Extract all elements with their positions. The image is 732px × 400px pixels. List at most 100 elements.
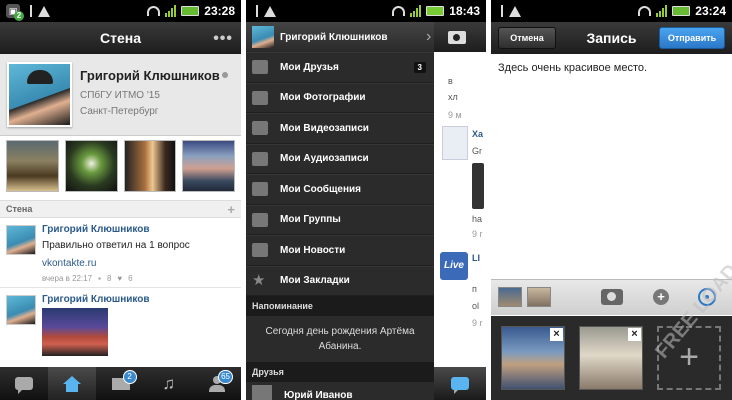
- send-button[interactable]: Отправить: [659, 27, 725, 49]
- menu-item-audio[interactable]: Мои Аудиозаписи: [246, 143, 434, 174]
- attached-photo[interactable]: ×: [579, 326, 643, 390]
- menu-item-messages[interactable]: Мои Сообщения: [246, 174, 434, 205]
- menu-item-label: Мои Новости: [280, 244, 346, 256]
- signal-icon: [410, 5, 422, 17]
- warning-icon: [509, 5, 521, 17]
- profile-city: Санкт-Петербург: [80, 106, 159, 117]
- status-time: 23:28: [204, 4, 235, 18]
- post-link[interactable]: vkontakte.ru: [42, 258, 96, 269]
- attached-photo[interactable]: ×: [501, 326, 565, 390]
- menu-item-bookmarks[interactable]: ★ Мои Закладки: [246, 265, 434, 296]
- feed-peek-nav[interactable]: [434, 367, 486, 400]
- comments-icon: [15, 377, 34, 394]
- post-time: вчера в 22:17: [42, 274, 93, 283]
- nav-messages[interactable]: 2: [96, 367, 144, 400]
- feed-image: [442, 126, 468, 160]
- like-count: 6: [128, 274, 133, 283]
- menu-item-label: Мои Аудиозаписи: [280, 153, 369, 165]
- menu-item-photos[interactable]: Мои Фотографии: [246, 82, 434, 113]
- chevron-right-icon[interactable]: ›: [426, 28, 448, 46]
- post-meta: вчера в 22:17 ▪ 8 ♥ 6: [42, 274, 133, 283]
- photo-thumbnail[interactable]: [182, 140, 235, 192]
- usb-icon: [256, 5, 258, 17]
- menu-user-name: Григорий Клюшников: [280, 31, 388, 43]
- music-note-icon: ♫: [162, 373, 176, 393]
- post-avatar[interactable]: [6, 225, 36, 255]
- avatar: [252, 26, 274, 48]
- battery-charging-icon: [426, 6, 445, 16]
- add-attachment-icon[interactable]: +: [653, 289, 669, 305]
- usb-icon: [501, 5, 503, 17]
- wall-post[interactable]: Григорий Клюшников: [0, 288, 241, 368]
- post-text-input[interactable]: Здесь очень красивое место.: [498, 62, 725, 74]
- film-icon: [252, 121, 268, 136]
- battery-icon: [181, 6, 200, 16]
- feed-text: ol: [472, 301, 480, 311]
- menu-item-label: Мои Видеозаписи: [280, 122, 369, 134]
- attachment-thumbnail[interactable]: [498, 287, 522, 307]
- feed-author[interactable]: Ха: [472, 129, 486, 139]
- feed-image: [472, 163, 484, 209]
- nav-friends[interactable]: 65: [193, 367, 241, 400]
- photo-thumbnail[interactable]: [123, 140, 177, 192]
- star-icon: ★: [252, 271, 266, 289]
- post-author[interactable]: Григорий Клюшников: [42, 294, 150, 305]
- more-menu-icon[interactable]: •••: [213, 30, 233, 48]
- camera-icon[interactable]: [601, 289, 623, 305]
- nav-home[interactable]: [48, 367, 97, 400]
- friends-badge: 65: [218, 370, 234, 384]
- post-author[interactable]: Григорий Клюшников: [42, 224, 150, 235]
- comment-icon[interactable]: ▪: [98, 274, 101, 283]
- menu-item-friends[interactable]: Мои Друзья 3: [246, 52, 434, 83]
- status-bar: 23:24: [491, 0, 732, 22]
- remove-attachment-button[interactable]: ×: [550, 328, 563, 341]
- photo-thumbnail[interactable]: [6, 140, 59, 192]
- cancel-button[interactable]: Отмена: [498, 27, 556, 49]
- feed-time: 9 r: [472, 318, 483, 328]
- menu-screen: 18:43 Григорий Клюшников Мои Друзья 3 Мо…: [246, 0, 486, 400]
- nav-audio[interactable]: ♫: [145, 367, 193, 400]
- comments-icon: [451, 377, 469, 394]
- menu-item-news[interactable]: Мои Новости: [246, 235, 434, 266]
- post-image[interactable]: [42, 308, 108, 356]
- avatar[interactable]: [7, 62, 72, 127]
- wifi-icon: [638, 6, 652, 16]
- attachment-thumbnail[interactable]: [527, 287, 551, 307]
- friends-section-header: Друзья: [246, 362, 434, 382]
- birthday-reminder[interactable]: Сегодня день рождения Артёма Абанина.: [246, 316, 434, 362]
- add-post-icon[interactable]: +: [227, 202, 235, 217]
- menu-item-videos[interactable]: Мои Видеозаписи: [246, 113, 434, 144]
- photo-thumbnail[interactable]: [64, 140, 118, 192]
- feed-author[interactable]: LI: [472, 253, 486, 263]
- usb-icon: [30, 5, 32, 17]
- title-bar: Стена •••: [0, 22, 241, 54]
- menu-item-label: Мои Сообщения: [280, 183, 362, 195]
- online-status-icon: [222, 72, 228, 78]
- profile-name: Григорий Клюшников: [80, 68, 220, 83]
- menu-user-header[interactable]: Григорий Клюшников: [246, 22, 434, 52]
- feed-text: в: [448, 76, 453, 86]
- status-time: 18:43: [449, 4, 480, 18]
- wall-post[interactable]: Григорий Клюшников Правильно ответил на …: [0, 218, 241, 288]
- nav-comments[interactable]: [0, 367, 48, 400]
- camera-icon[interactable]: [448, 30, 466, 44]
- signal-icon: [656, 5, 668, 17]
- remove-attachment-button[interactable]: ×: [628, 328, 641, 341]
- like-icon[interactable]: ♥: [117, 274, 122, 283]
- menu-item-label: Мои Фотографии: [280, 92, 366, 104]
- friend-list-item[interactable]: Юрий Иванов: [246, 382, 434, 400]
- profile-university: СПбГУ ИТМО '15: [80, 90, 160, 101]
- envelope-icon: [252, 182, 268, 197]
- menu-item-groups[interactable]: Мои Группы: [246, 204, 434, 235]
- profile-header: Григорий Клюшников СПбГУ ИТМО '15 Санкт-…: [0, 54, 241, 136]
- post-avatar[interactable]: [6, 295, 36, 325]
- status-bar: ▣ 2 23:28: [0, 0, 241, 22]
- status-time: 23:24: [695, 4, 726, 18]
- reminder-section-header: Напоминание: [246, 296, 434, 316]
- group-icon: [252, 212, 268, 227]
- feed-text: ha: [472, 214, 483, 224]
- warning-icon: [264, 5, 276, 17]
- music-note-icon: [252, 151, 268, 166]
- wifi-icon: [392, 6, 406, 16]
- feed-peek[interactable]: › в хл 9 м Ха Gr ha 9 r Live LI п ol 9 r: [426, 22, 486, 400]
